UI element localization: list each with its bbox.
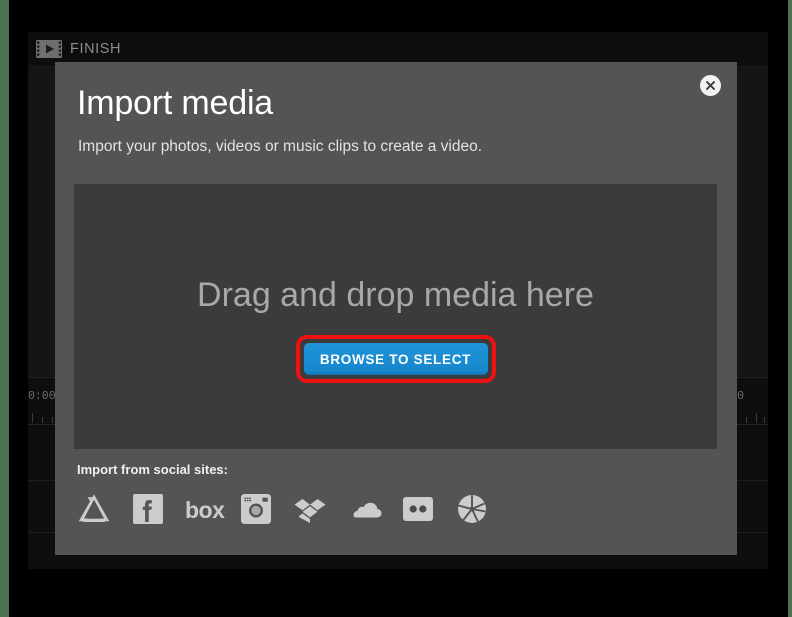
close-icon[interactable]	[700, 75, 721, 96]
instagram-icon[interactable]	[239, 492, 273, 526]
browse-button-group: BROWSE TO SELECT	[295, 335, 496, 383]
picasa-icon[interactable]	[455, 492, 489, 526]
svg-text:box: box	[185, 497, 225, 523]
facebook-icon[interactable]	[131, 492, 165, 526]
left-edge-strip	[0, 0, 9, 617]
dropbox-icon[interactable]	[293, 492, 327, 526]
browse-to-select-button[interactable]: BROWSE TO SELECT	[303, 343, 488, 375]
page-backdrop: FINISH 0:00 01:50	[0, 0, 792, 617]
finish-label[interactable]: FINISH	[70, 41, 121, 57]
timeline-start-time: 0:00	[28, 390, 56, 403]
dropzone-instruction: Drag and drop media here	[197, 276, 594, 314]
import-media-dialog: Import media Import your photos, videos …	[55, 62, 737, 555]
dialog-title: Import media	[77, 84, 274, 122]
box-icon[interactable]: box	[185, 492, 226, 526]
social-sites-label: Import from social sites:	[77, 462, 228, 477]
google-drive-icon[interactable]	[77, 492, 111, 526]
onedrive-cloud-icon[interactable]	[347, 492, 382, 526]
media-dropzone[interactable]: Drag and drop media here BROWSE TO SELEC…	[74, 184, 717, 449]
flickr-icon[interactable]	[401, 492, 435, 526]
dialog-subtitle: Import your photos, videos or music clip…	[78, 138, 483, 155]
film-play-icon[interactable]	[36, 39, 62, 58]
editor-toolbar: FINISH	[28, 32, 768, 65]
right-edge-strip	[788, 0, 792, 617]
social-sites-row: box	[77, 492, 489, 526]
